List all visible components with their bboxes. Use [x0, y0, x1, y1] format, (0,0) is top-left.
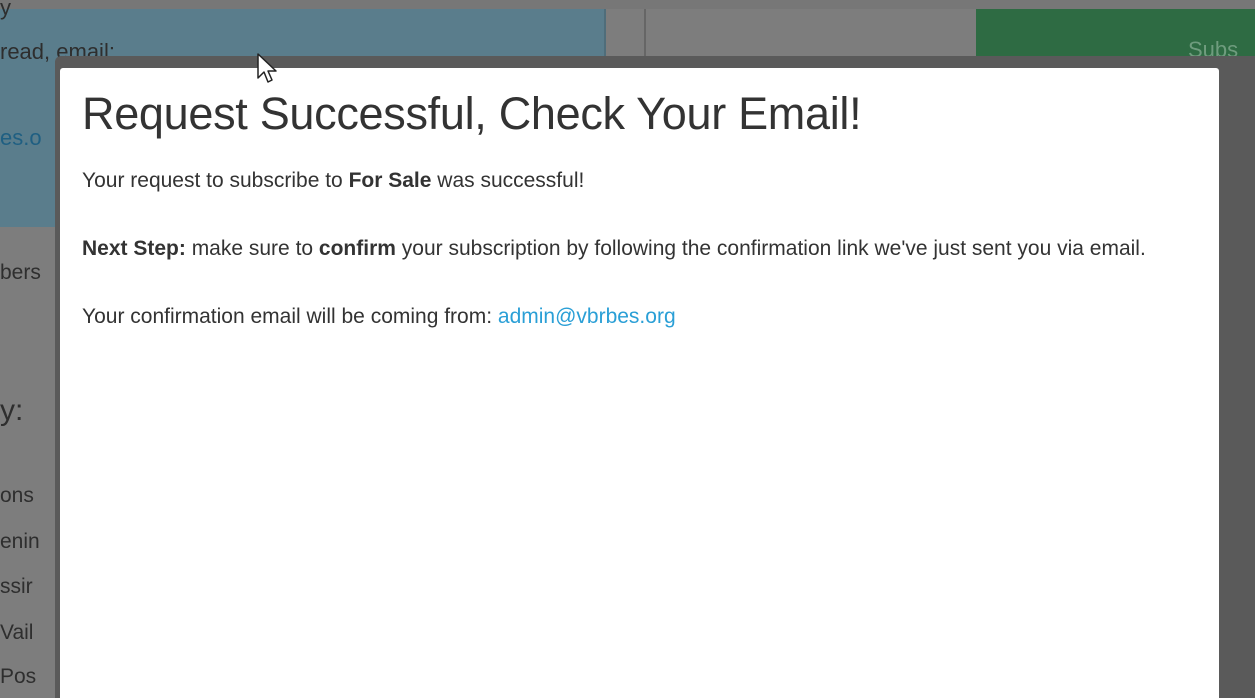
modal-title: Request Successful, Check Your Email!	[82, 88, 862, 139]
next-step-text: make sure to	[185, 237, 319, 260]
background-left-column: bers y: ons enin ssir Vail Pos	[0, 229, 60, 698]
background-list-item: Vail	[0, 621, 34, 644]
background-list-item: ssir	[0, 575, 33, 598]
background-heading: y:	[0, 394, 24, 427]
success-message-prefix: Your request to subscribe to	[82, 169, 349, 192]
background-panel-link: es.o	[0, 125, 42, 150]
success-modal: Request Successful, Check Your Email! Yo…	[60, 68, 1219, 698]
sender-email-link[interactable]: admin@vbrbes.org	[498, 305, 676, 328]
background-list-item: ons	[0, 484, 34, 507]
background-list-item: enin	[0, 530, 40, 553]
background-panel-text: y	[0, 0, 11, 20]
background-top-strip	[0, 0, 1255, 9]
mouse-cursor-icon	[257, 53, 277, 83]
success-message: Your request to subscribe to For Sale wa…	[82, 164, 1197, 198]
sender-message-prefix: Your confirmation email will be coming f…	[82, 305, 498, 328]
background-list-item: Pos	[0, 665, 37, 688]
sender-message: Your confirmation email will be coming f…	[82, 300, 1197, 334]
next-step-message: Next Step: make sure to confirm your sub…	[82, 232, 1197, 266]
background-text: bers	[0, 261, 41, 284]
success-message-suffix: was successful!	[431, 169, 585, 192]
confirm-emphasis: confirm	[318, 237, 396, 260]
list-name: For Sale	[348, 169, 432, 192]
next-step-text: your subscription by following the confi…	[395, 237, 1146, 260]
next-step-label: Next Step:	[82, 237, 186, 260]
